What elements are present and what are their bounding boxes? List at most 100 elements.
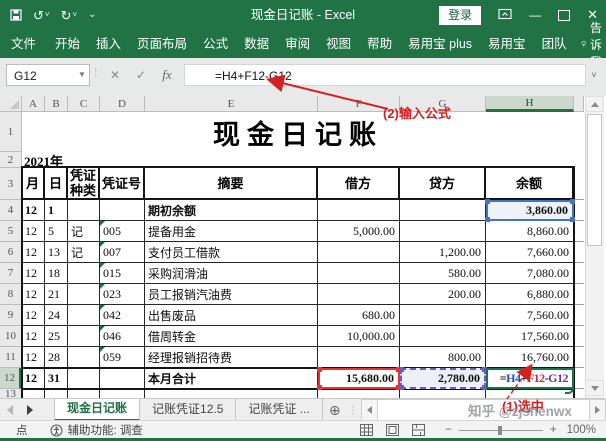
cell-A11[interactable]: 12	[22, 347, 45, 368]
cell-G10[interactable]	[400, 326, 486, 347]
row-header-6[interactable]: 6	[0, 242, 22, 263]
row-header-10[interactable]: 10	[0, 326, 22, 347]
cell-G12[interactable]: 2,780.00	[400, 368, 486, 389]
cell-E4[interactable]: 期初余额	[145, 200, 318, 221]
row-header-9[interactable]: 9	[0, 305, 22, 326]
cell-D4[interactable]	[100, 200, 145, 221]
cell-A13[interactable]	[22, 389, 45, 398]
cell-E10[interactable]: 借周转金	[145, 326, 318, 347]
cell-B5[interactable]: 5	[45, 221, 68, 242]
cell-A10[interactable]: 12	[22, 326, 45, 347]
row-header-5[interactable]: 5	[0, 221, 22, 242]
cell-F5[interactable]: 5,000.00	[318, 221, 400, 242]
cell-C8[interactable]	[68, 284, 100, 305]
undo-icon[interactable]: ↺˅	[33, 9, 50, 22]
ribbon-tab-3[interactable]: 插入	[88, 30, 129, 58]
ribbon-tab-7[interactable]: 审阅	[277, 30, 318, 58]
redo-icon[interactable]: ↻˅	[61, 9, 78, 22]
login-button[interactable]: 登录	[439, 6, 481, 25]
cell-A7[interactable]: 12	[22, 263, 45, 284]
column-header-D[interactable]: D	[100, 96, 145, 112]
hscroll-right-icon[interactable]	[589, 399, 606, 421]
cell-A6[interactable]: 12	[22, 242, 45, 263]
formula-bar-expand-icon[interactable]: ˅	[586, 64, 602, 86]
row-header-11[interactable]: 11	[0, 347, 22, 368]
column-header-A[interactable]: A	[22, 96, 45, 112]
cell-A9[interactable]: 12	[22, 305, 45, 326]
cell-G4[interactable]	[400, 200, 486, 221]
cell-H7[interactable]: 7,080.00	[486, 263, 574, 284]
cell-C6[interactable]: 记	[68, 242, 100, 263]
cell-B8[interactable]: 21	[45, 284, 68, 305]
cell-H11[interactable]: 16,760.00	[486, 347, 574, 368]
cell-D12[interactable]	[100, 368, 145, 389]
customize-quick-access-icon[interactable]: ⌄	[88, 10, 96, 20]
sheet-tab-3[interactable]: 记账凭证 ...	[236, 399, 322, 421]
cell-C9[interactable]	[68, 305, 100, 326]
sheet-tab-1[interactable]: 现金日记账	[54, 399, 140, 421]
ribbon-display-options-icon[interactable]	[498, 8, 512, 23]
row-header-3[interactable]: 3	[0, 168, 22, 200]
cell-F8[interactable]	[318, 284, 400, 305]
cell-F6[interactable]	[318, 242, 400, 263]
cell-D11[interactable]: 059	[100, 347, 145, 368]
cell-D6[interactable]: 007	[100, 242, 145, 263]
enter-icon[interactable]: ✓	[130, 64, 152, 86]
cell-G6[interactable]: 1,200.00	[400, 242, 486, 263]
minimize-button[interactable]: —	[529, 8, 541, 22]
normal-view-icon[interactable]	[353, 421, 379, 439]
cell-D9[interactable]: 042	[100, 305, 145, 326]
cell-D13[interactable]	[100, 389, 145, 398]
cell-H12[interactable]: =H4+F12-G12	[486, 368, 574, 389]
page-layout-view-icon[interactable]	[379, 421, 405, 439]
cell-B10[interactable]: 25	[45, 326, 68, 347]
zoom-out-icon[interactable]: −	[445, 424, 452, 436]
cell-B6[interactable]: 13	[45, 242, 68, 263]
cell-C13[interactable]	[68, 389, 100, 398]
vscroll-up-icon[interactable]	[585, 96, 604, 112]
page-break-view-icon[interactable]	[405, 421, 431, 439]
ribbon-tab-2[interactable]: 开始	[47, 30, 88, 58]
cell-G7[interactable]: 580.00	[400, 263, 486, 284]
cell-E7[interactable]: 采购润滑油	[145, 263, 318, 284]
cell-G5[interactable]	[400, 221, 486, 242]
cell-F13[interactable]	[318, 389, 400, 398]
cell-E5[interactable]: 提备用金	[145, 221, 318, 242]
sheet-tab-2[interactable]: 记账凭证12.5	[140, 399, 236, 421]
cancel-icon[interactable]: ✕	[104, 64, 126, 86]
ribbon-tab-8[interactable]: 视图	[318, 30, 359, 58]
row-header-2[interactable]: 2	[0, 152, 22, 168]
row-header-7[interactable]: 7	[0, 263, 22, 284]
column-header-E[interactable]: E	[145, 96, 318, 112]
maximize-button[interactable]	[558, 10, 570, 21]
cell-F11[interactable]	[318, 347, 400, 368]
cell-H10[interactable]: 17,560.00	[486, 326, 574, 347]
cell-C12[interactable]	[68, 368, 100, 389]
cell-H5[interactable]: 8,860.00	[486, 221, 574, 242]
formula-input[interactable]: =H4+F12-G12	[184, 64, 586, 86]
hscroll-left-icon[interactable]	[361, 399, 378, 421]
cell-B9[interactable]: 24	[45, 305, 68, 326]
cell-D10[interactable]: 046	[100, 326, 145, 347]
select-all-corner[interactable]	[0, 96, 22, 112]
cell-E8[interactable]: 员工报销汽油费	[145, 284, 318, 305]
ribbon-tab-12[interactable]: 团队	[534, 30, 575, 58]
cell-A4[interactable]: 12	[22, 200, 45, 221]
cell-E13[interactable]	[145, 389, 318, 398]
cell-G8[interactable]: 200.00	[400, 284, 486, 305]
vscroll-thumb[interactable]	[587, 114, 602, 246]
row-header-13[interactable]: 13	[0, 389, 22, 398]
column-header-H[interactable]: H	[486, 96, 574, 112]
cell-H8[interactable]: 6,880.00	[486, 284, 574, 305]
cell-G11[interactable]: 800.00	[400, 347, 486, 368]
ribbon-tab-10[interactable]: 易用宝 plus	[400, 30, 480, 58]
new-sheet-button[interactable]: ⊕	[323, 399, 347, 421]
cell-C7[interactable]	[68, 263, 100, 284]
cell-F4[interactable]	[318, 200, 400, 221]
name-box-dropdown-icon[interactable]: ▼	[74, 64, 90, 86]
ribbon-tab-6[interactable]: 数据	[236, 30, 277, 58]
cell-G9[interactable]	[400, 305, 486, 326]
cell-B11[interactable]: 28	[45, 347, 68, 368]
row-header-4[interactable]: 4	[0, 200, 22, 221]
row-header-1[interactable]: 1	[0, 112, 22, 152]
